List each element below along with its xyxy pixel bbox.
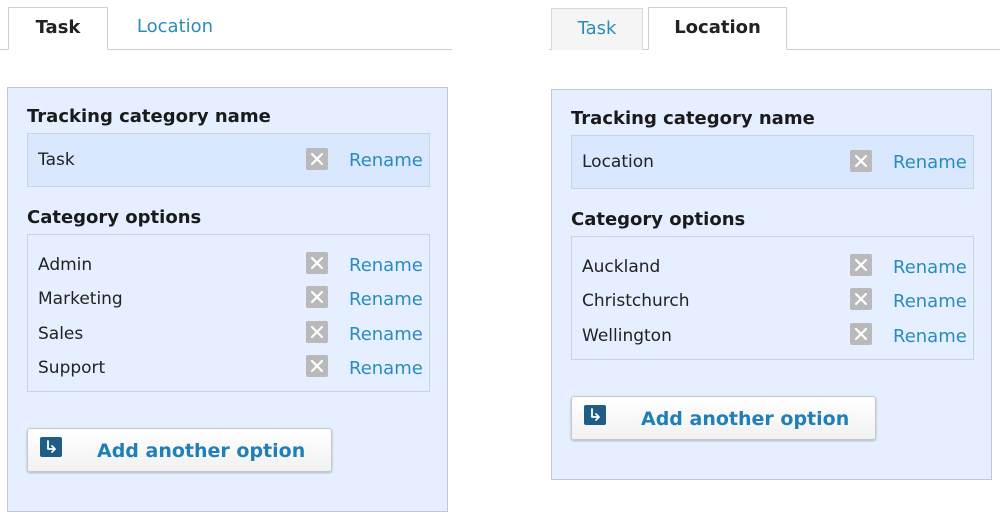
left-panel: Task Location Tracking category name Tas… bbox=[0, 0, 452, 512]
add-another-option-label: Add another option bbox=[97, 440, 306, 462]
tab-bar: Task Location bbox=[0, 0, 452, 50]
arrow-down-right-icon bbox=[584, 405, 606, 425]
add-another-option-button[interactable]: Add another option bbox=[571, 396, 876, 440]
option-label: Wellington bbox=[582, 326, 672, 346]
close-icon[interactable] bbox=[306, 321, 328, 343]
rename-link[interactable]: Rename bbox=[893, 152, 967, 173]
list-item: Sales Rename bbox=[28, 318, 429, 352]
close-icon[interactable] bbox=[306, 286, 328, 308]
category-name-row: Location Rename bbox=[571, 135, 974, 189]
option-label: Christchurch bbox=[582, 291, 690, 311]
rename-link[interactable]: Rename bbox=[893, 291, 967, 312]
category-options-list: Auckland Rename Christchurch Rename Well… bbox=[571, 236, 974, 360]
list-item: Marketing Rename bbox=[28, 283, 429, 317]
tab-location[interactable]: Location bbox=[120, 7, 230, 49]
list-item: Support Rename bbox=[28, 352, 429, 386]
category-options-list: Admin Rename Marketing Rename Sales Rena… bbox=[27, 234, 430, 392]
category-name-label: Task bbox=[38, 150, 75, 170]
tab-task[interactable]: Task bbox=[551, 8, 643, 50]
list-item: Christchurch Rename bbox=[572, 285, 973, 319]
option-label: Admin bbox=[38, 255, 93, 275]
tab-location[interactable]: Location bbox=[648, 7, 787, 50]
arrow-down-right-icon bbox=[40, 437, 62, 457]
close-icon[interactable] bbox=[850, 288, 872, 310]
option-label: Support bbox=[38, 358, 106, 378]
close-icon[interactable] bbox=[306, 355, 328, 377]
rename-link[interactable]: Rename bbox=[349, 289, 423, 310]
tracking-category-panel: Tracking category name Location Rename C… bbox=[551, 89, 992, 480]
tab-task[interactable]: Task bbox=[8, 7, 108, 50]
rename-link[interactable]: Rename bbox=[349, 358, 423, 379]
rename-link[interactable]: Rename bbox=[349, 324, 423, 345]
add-another-option-label: Add another option bbox=[641, 408, 850, 430]
category-options-title: Category options bbox=[27, 207, 202, 228]
rename-link[interactable]: Rename bbox=[349, 255, 423, 276]
rename-link[interactable]: Rename bbox=[893, 326, 967, 347]
option-label: Marketing bbox=[38, 289, 123, 309]
close-icon[interactable] bbox=[850, 254, 872, 276]
category-name-label: Location bbox=[582, 152, 654, 172]
option-label: Sales bbox=[38, 324, 84, 344]
close-icon[interactable] bbox=[306, 252, 328, 274]
category-name-row: Task Rename bbox=[27, 133, 430, 187]
tracking-category-title: Tracking category name bbox=[571, 108, 815, 129]
tracking-category-panel: Tracking category name Task Rename Categ… bbox=[7, 87, 448, 512]
list-item: Wellington Rename bbox=[572, 320, 973, 354]
right-panel: Task Location Tracking category name Loc… bbox=[549, 0, 1000, 480]
list-item: Admin Rename bbox=[28, 249, 429, 283]
add-another-option-button[interactable]: Add another option bbox=[27, 428, 332, 472]
category-options-title: Category options bbox=[571, 209, 746, 230]
option-label: Auckland bbox=[582, 257, 661, 277]
tab-bar: Task Location bbox=[549, 0, 1000, 50]
close-icon[interactable] bbox=[850, 150, 872, 172]
rename-link[interactable]: Rename bbox=[893, 257, 967, 278]
close-icon[interactable] bbox=[306, 148, 328, 170]
close-icon[interactable] bbox=[850, 323, 872, 345]
list-item: Auckland Rename bbox=[572, 251, 973, 285]
tracking-category-title: Tracking category name bbox=[27, 106, 271, 127]
rename-link[interactable]: Rename bbox=[349, 150, 423, 171]
